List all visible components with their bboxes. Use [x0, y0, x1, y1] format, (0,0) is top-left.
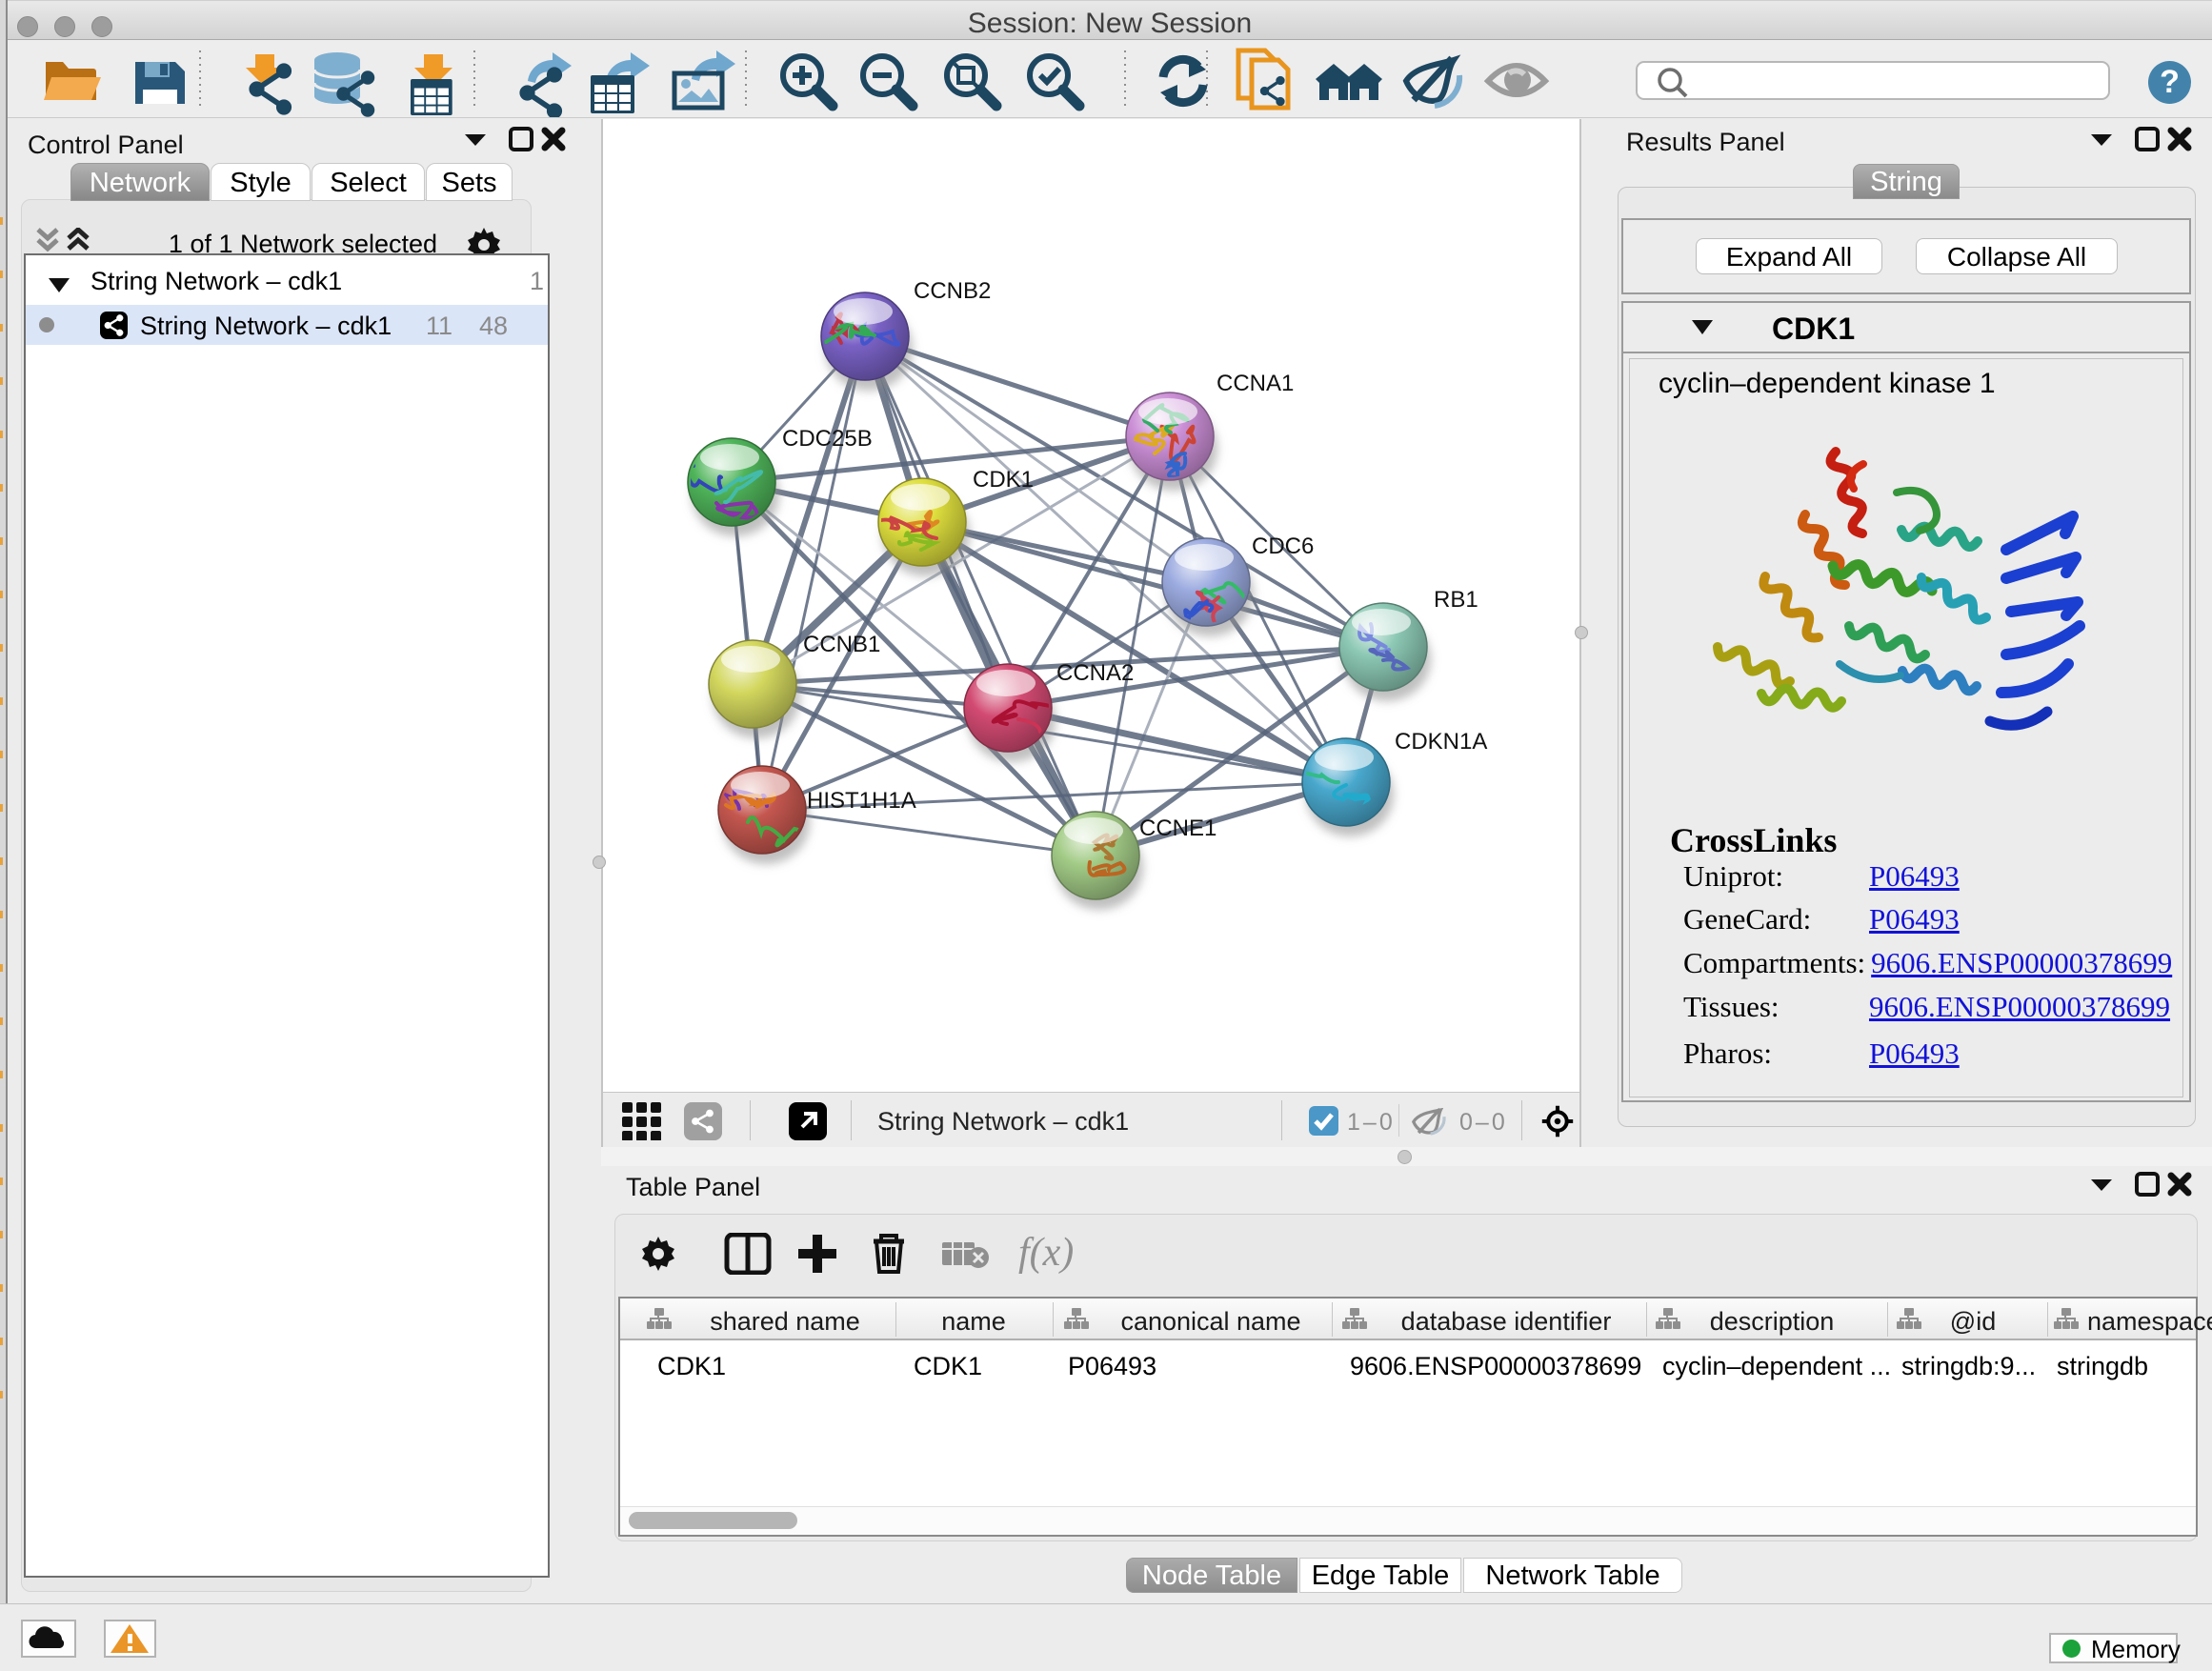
- svg-text:CDK1: CDK1: [973, 467, 1034, 493]
- svg-text:HIST1H1A: HIST1H1A: [807, 788, 916, 814]
- svg-text:CCNE1: CCNE1: [1139, 815, 1217, 841]
- svg-text:CDC6: CDC6: [1252, 534, 1314, 559]
- svg-text:f(x): f(x): [1018, 1233, 1074, 1275]
- svg-text:CCNA2: CCNA2: [1056, 660, 1134, 686]
- svg-text:CDC25B: CDC25B: [782, 426, 873, 452]
- svg-text:RB1: RB1: [1434, 587, 1478, 613]
- svg-text:CCNB1: CCNB1: [803, 632, 880, 657]
- svg-text:CCNA1: CCNA1: [1217, 371, 1294, 396]
- svg-text:CDKN1A: CDKN1A: [1395, 729, 1487, 755]
- svg-text:CCNB2: CCNB2: [914, 278, 991, 304]
